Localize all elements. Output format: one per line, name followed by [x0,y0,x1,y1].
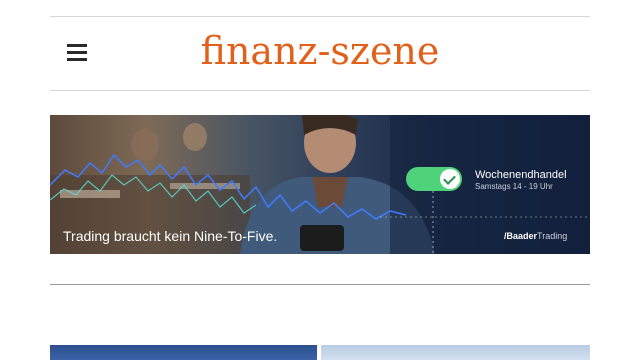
article-thumbnail[interactable] [50,345,317,360]
section-divider [50,284,590,285]
ad-banner[interactable]: Wochenendhandel Samstags 14 - 19 Uhr Tra… [50,115,590,254]
check-icon [440,169,460,189]
site-header: finanz-szene [50,17,590,90]
article-thumbnail[interactable] [321,345,590,360]
weekend-trading-toggle[interactable] [406,167,462,191]
toggle-label: Wochenendhandel [475,169,567,181]
banner-headline: Trading braucht kein Nine-To-Five. [63,228,278,244]
header-bottom-divider [50,90,590,91]
toggle-sublabel: Samstags 14 - 19 Uhr [475,182,553,191]
advertiser-logo: /BaaderTrading [504,231,568,241]
site-logo[interactable]: finanz-szene [50,29,590,73]
